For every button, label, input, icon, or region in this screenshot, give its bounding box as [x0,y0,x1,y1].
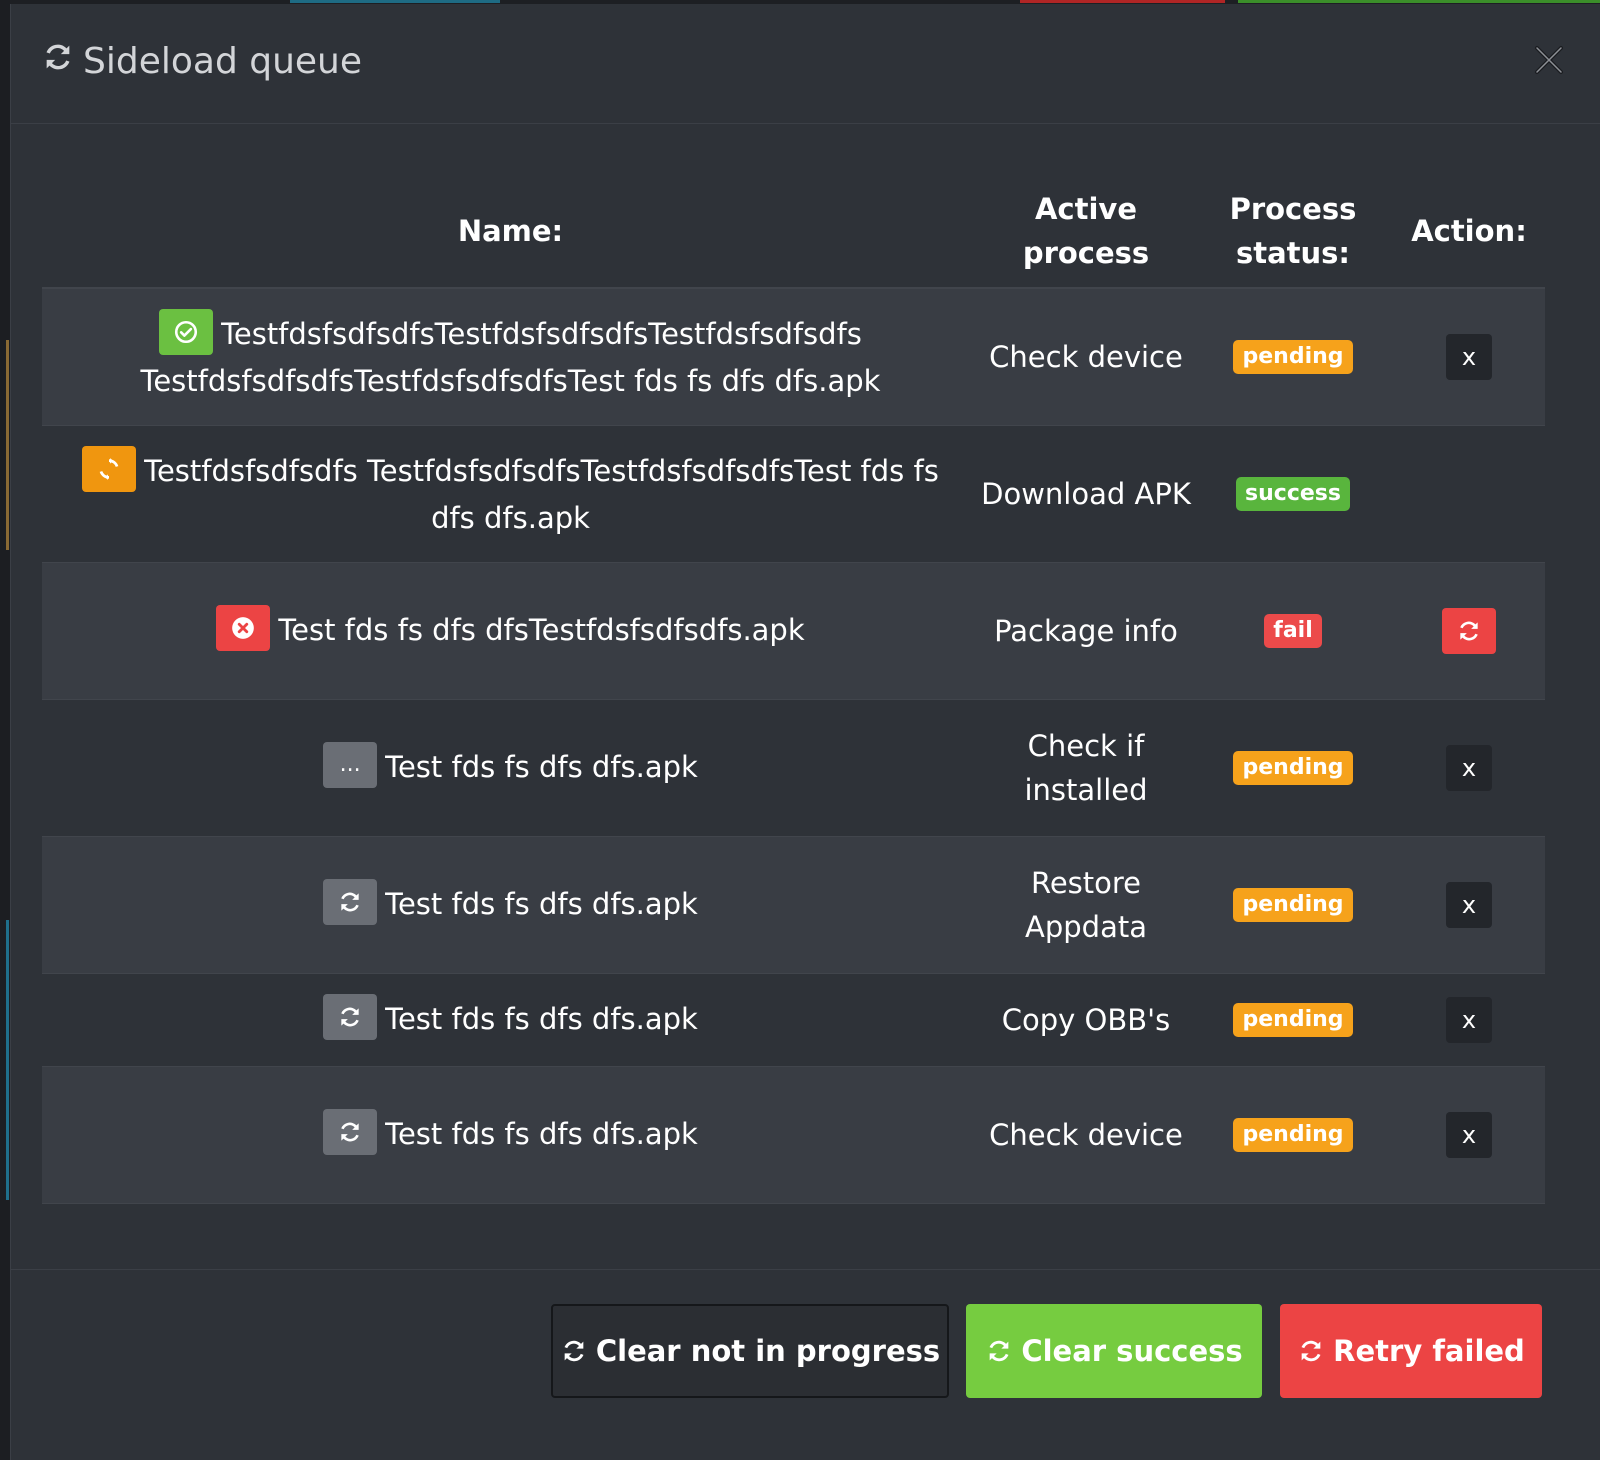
refresh-icon [323,993,378,1040]
remove-button[interactable]: x [1446,1112,1492,1158]
file-name: Test fds fs dfs dfs.apk [385,749,698,784]
x-circle-icon [216,604,271,651]
status-badge: pending [1233,340,1353,374]
remove-button[interactable]: x [1446,745,1492,791]
sideload-queue-modal: Sideload queue Name: Active process Proc… [10,4,1600,1460]
active-process: Restore Appdata [1025,866,1147,944]
retry-failed-button[interactable]: Retry failed [1280,1304,1542,1398]
table-row: Test fds fs dfs dfs.apk Copy OBB's pendi… [42,974,1545,1067]
active-process: Download APK [981,477,1191,511]
table-row: Test fds fs dfs dfsTestfdsfsdfsdfs.apk P… [42,563,1545,700]
active-process: Package info [994,614,1178,648]
refresh-icon [41,40,75,83]
close-icon [1535,46,1563,74]
ellipsis-icon: ... [323,741,378,788]
header-action: Action: [1411,213,1527,248]
clear-not-in-progress-label: Clear not in progress [595,1334,941,1368]
active-process: Check device [989,340,1183,374]
file-name: Test fds fs dfs dfsTestfdsfsdfsdfs.apk [278,612,805,647]
file-name: TestfdsfsdfsdfsTestfdsfsdfsdfsTestfdsfsd… [140,316,881,398]
retry-button[interactable] [1442,608,1496,654]
file-name: Test fds fs dfs dfs.apk [385,886,698,921]
modal-title-text: Sideload queue [83,41,363,82]
refresh-icon [1460,621,1478,641]
modal-header: Sideload queue [11,4,1600,124]
modal-footer: Clear not in progress Clear success Retr… [11,1269,1600,1460]
check-circle-icon [159,308,214,355]
refresh-icon [1301,1340,1321,1362]
clear-success-label: Clear success [1021,1334,1243,1368]
refresh-icon [323,878,378,925]
background-left-edge [0,0,10,1460]
spinner-icon [82,445,137,492]
table-row: TestfdsfsdfsdfsTestfdsfsdfsdfsTestfdsfsd… [42,289,1545,426]
file-name: Test fds fs dfs dfs.apk [385,1116,698,1151]
table-row: Testfdsfsdfsdfs TestfdsfsdfsdfsTestfdsfs… [42,426,1545,563]
table-row: Test fds fs dfs dfs.apk Check device pen… [42,1067,1545,1204]
status-badge: pending [1233,1118,1353,1152]
status-badge: success [1236,477,1350,511]
refresh-icon [989,1340,1009,1362]
status-badge: pending [1233,1003,1353,1037]
queue-table: Name: Active process Process status: Act… [42,174,1545,1204]
table-row: ... Test fds fs dfs dfs.apk Check if inst… [42,700,1545,837]
header-name: Name: [457,213,564,248]
refresh-icon [564,1340,584,1362]
status-badge: pending [1233,751,1353,785]
table-row: Test fds fs dfs dfs.apk Restore Appdata … [42,837,1545,974]
file-name: Testfdsfsdfsdfs TestfdsfsdfsdfsTestfdsfs… [144,453,939,535]
clear-success-button[interactable]: Clear success [966,1304,1262,1398]
status-badge: fail [1264,614,1322,648]
retry-failed-label: Retry failed [1333,1334,1525,1368]
modal-title: Sideload queue [41,40,362,83]
active-process: Check if installed [1024,729,1148,807]
remove-button[interactable]: x [1446,997,1492,1043]
status-badge: pending [1233,888,1353,922]
file-name: Test fds fs dfs dfs.apk [385,1001,698,1036]
refresh-icon [323,1108,378,1155]
active-process: Copy OBB's [1001,1003,1171,1037]
header-process-status: Process status: [1229,191,1357,270]
close-button[interactable] [1533,44,1565,76]
clear-not-in-progress-button[interactable]: Clear not in progress [551,1304,949,1398]
remove-button[interactable]: x [1446,882,1492,928]
remove-button[interactable]: x [1446,334,1492,380]
active-process: Check device [989,1118,1183,1152]
table-header: Name: Active process Process status: Act… [42,174,1545,289]
header-active-process: Active process [1022,191,1150,270]
